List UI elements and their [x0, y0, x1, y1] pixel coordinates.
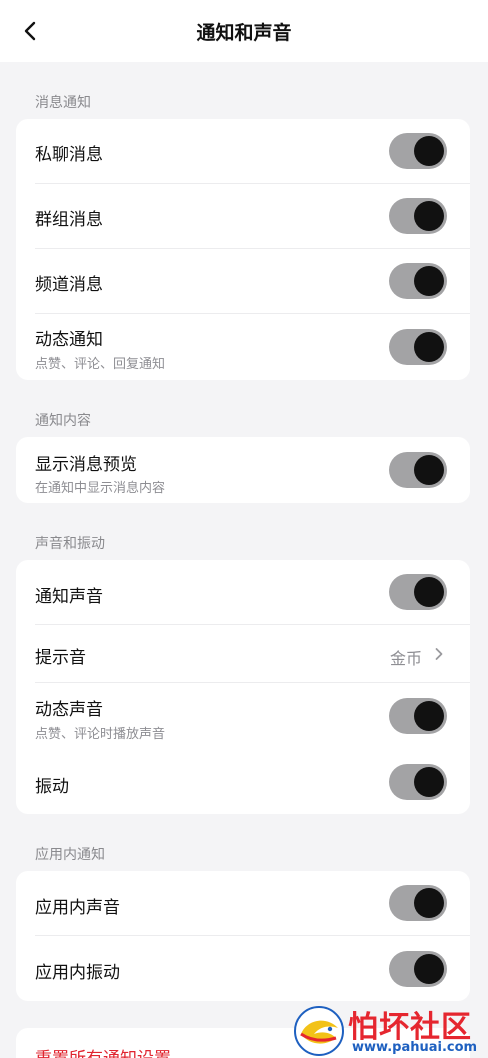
top-nav-bar: 通知和声音	[0, 0, 488, 62]
row-label: 通知声音	[35, 587, 103, 607]
row-label: 应用内声音	[35, 898, 120, 918]
notify-sound-toggle[interactable]	[389, 574, 447, 610]
watermark-url: www.pahuai.com	[352, 1040, 478, 1055]
row-sublabel: 点赞、评论、回复通知	[35, 357, 166, 372]
section-title-messages: 消息通知	[35, 95, 91, 111]
watermark: 怕坏社区 www.pahuai.com	[292, 1000, 482, 1058]
page-title: 通知和声音	[196, 22, 292, 44]
row-label: 动态声音	[35, 700, 103, 720]
row-feed[interactable]: 动态通知 点赞、评论、回复通知	[16, 314, 470, 380]
in-app-vibrate-toggle[interactable]	[389, 951, 447, 987]
row-vibrate[interactable]: 振动	[16, 749, 470, 814]
row-notify-sound[interactable]: 通知声音	[16, 560, 470, 624]
row-in-app-vibrate[interactable]: 应用内振动	[16, 936, 470, 1001]
row-label: 提示音	[35, 648, 86, 668]
messages-card: 私聊消息 群组消息 频道消息 动态通知 点赞、评论、回复通知	[16, 119, 470, 380]
group-chat-toggle[interactable]	[389, 198, 447, 234]
feed-toggle[interactable]	[389, 329, 447, 365]
toggle-knob	[414, 701, 444, 731]
chevron-right-icon	[435, 648, 443, 660]
row-label: 频道消息	[35, 275, 103, 295]
preview-toggle[interactable]	[389, 452, 447, 488]
toggle-knob	[414, 577, 444, 607]
row-sublabel: 点赞、评论时播放声音	[35, 727, 166, 742]
in-app-sound-toggle[interactable]	[389, 885, 447, 921]
reset-all-button[interactable]: 重置所有通知设置	[35, 1044, 171, 1058]
row-label: 私聊消息	[35, 145, 103, 165]
row-tone[interactable]: 提示音 金币	[16, 625, 470, 682]
row-channel[interactable]: 频道消息	[16, 249, 470, 313]
row-sublabel: 在通知中显示消息内容	[35, 481, 166, 496]
private-chat-toggle[interactable]	[389, 133, 447, 169]
section-title-content: 通知内容	[35, 413, 91, 429]
row-label: 动态通知	[35, 330, 103, 350]
tone-value: 金币	[389, 649, 422, 668]
row-private-chat[interactable]: 私聊消息	[16, 119, 470, 183]
row-feed-sound[interactable]: 动态声音 点赞、评论时播放声音	[16, 683, 470, 749]
row-preview[interactable]: 显示消息预览 在通知中显示消息内容	[16, 437, 470, 503]
row-in-app-sound[interactable]: 应用内声音	[16, 871, 470, 935]
vibrate-toggle[interactable]	[389, 764, 447, 800]
row-label: 群组消息	[35, 210, 103, 230]
channel-toggle[interactable]	[389, 263, 447, 299]
row-label: 显示消息预览	[35, 455, 137, 475]
toggle-knob	[414, 455, 444, 485]
row-group-chat[interactable]: 群组消息	[16, 184, 470, 248]
in-app-card: 应用内声音 应用内振动	[16, 871, 470, 1001]
toggle-knob	[414, 136, 444, 166]
section-title-in-app: 应用内通知	[35, 847, 105, 863]
feed-sound-toggle[interactable]	[389, 698, 447, 734]
toggle-knob	[414, 888, 444, 918]
toggle-knob	[414, 266, 444, 296]
toggle-knob	[414, 332, 444, 362]
toggle-knob	[414, 954, 444, 984]
toggle-knob	[414, 201, 444, 231]
toggle-knob	[414, 767, 444, 797]
fish-logo-icon	[294, 1006, 344, 1056]
section-title-sound: 声音和振动	[35, 536, 105, 552]
row-label: 应用内振动	[35, 963, 120, 983]
content-card: 显示消息预览 在通知中显示消息内容	[16, 437, 470, 503]
sound-card: 通知声音 提示音 金币 动态声音 点赞、评论时播放声音 振动	[16, 560, 470, 814]
row-label: 振动	[35, 777, 69, 797]
